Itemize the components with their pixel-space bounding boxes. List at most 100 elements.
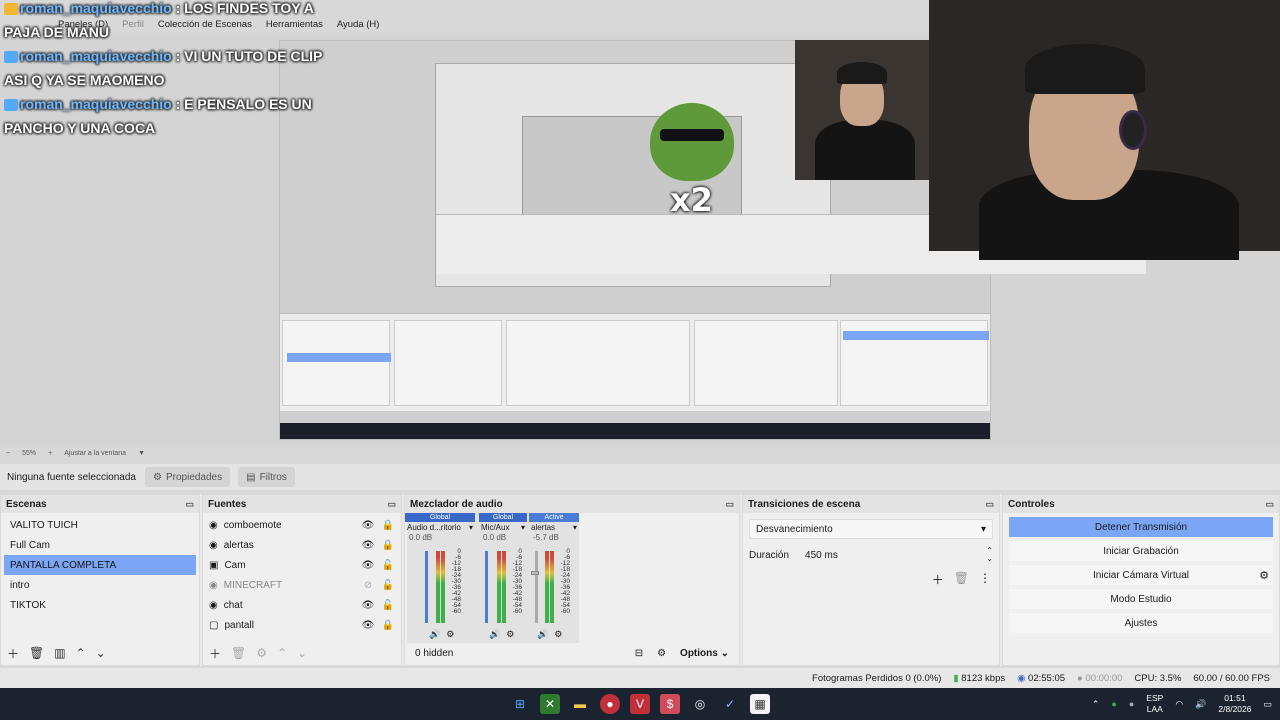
more-options-icon[interactable]: ⋮ xyxy=(979,571,991,588)
signal-icon: ▮ xyxy=(953,672,959,684)
eye-icon[interactable]: 👁 xyxy=(361,520,375,531)
notification-icon[interactable]: ▭ xyxy=(1263,699,1272,710)
gear-icon[interactable]: ⚙ xyxy=(1259,569,1269,582)
properties-button[interactable]: ⚙ Propiedades xyxy=(145,467,231,487)
source-item[interactable]: ◉ alertas 👁 🔒 xyxy=(203,535,401,555)
scene-item[interactable]: PANTALLA COMPLETA xyxy=(4,555,196,575)
chevron-down-icon[interactable]: ▾ xyxy=(573,523,577,532)
filter-icon[interactable]: ▥ xyxy=(54,646,65,660)
minecraft-icon[interactable]: ✕ xyxy=(540,694,560,714)
chrome-icon[interactable]: ◎ xyxy=(690,694,710,714)
network-icon[interactable]: ● xyxy=(1129,699,1134,709)
dock-float-icon[interactable]: ▭ xyxy=(1265,499,1274,510)
volume-fader[interactable] xyxy=(535,551,538,623)
scene-item[interactable]: Full Cam xyxy=(4,535,196,555)
stop-stream-button[interactable]: Detener Transmisión xyxy=(1009,517,1273,537)
lock-icon[interactable]: 🔒 xyxy=(381,520,395,531)
dock-float-icon[interactable]: ▭ xyxy=(185,499,194,510)
controls-title: Controles ▭ xyxy=(1003,495,1279,513)
chevron-down-icon[interactable]: ▾ xyxy=(469,523,473,532)
virtual-camera-button[interactable]: Iniciar Cámara Virtual ⚙ xyxy=(1009,565,1273,585)
eye-icon[interactable]: 👁 xyxy=(361,540,375,551)
status-dot-icon[interactable]: ● xyxy=(1111,699,1116,709)
eye-icon[interactable]: 👁 xyxy=(361,600,375,611)
windows-start-icon[interactable]: ⊞ xyxy=(510,694,530,714)
fit-window-label[interactable]: Ajustar a la ventana xyxy=(64,450,126,457)
mirror-mixer xyxy=(506,320,690,406)
language-indicator[interactable]: ESP LAA xyxy=(1146,693,1163,715)
add-icon[interactable]: ＋ xyxy=(932,571,944,588)
scene-item[interactable]: intro xyxy=(4,575,196,595)
source-item[interactable]: ◉ chat 👁 🔓 xyxy=(203,595,401,615)
move-up-icon[interactable]: ⌃ xyxy=(76,646,86,660)
eye-icon[interactable]: 👁 xyxy=(361,560,375,571)
volume-fader[interactable] xyxy=(485,551,488,623)
zoom-in-button[interactable]: + xyxy=(48,450,52,457)
volume-icon[interactable]: 🔊 xyxy=(1195,699,1206,710)
menu-ayuda[interactable]: Ayuda (H) xyxy=(337,19,380,30)
app-v-icon[interactable]: V xyxy=(630,694,650,714)
strip-name[interactable]: Audio d...ritorio ▾ xyxy=(405,522,475,533)
source-item[interactable]: ▢ pantall 👁 🔒 xyxy=(203,615,401,635)
obs-icon[interactable]: ● xyxy=(600,694,620,714)
unlock-icon[interactable]: 🔓 xyxy=(381,560,395,571)
dock-float-icon[interactable]: ▭ xyxy=(725,499,734,510)
eye-hidden-icon[interactable]: ⊘ xyxy=(361,580,375,591)
add-icon[interactable]: ＋ xyxy=(7,645,19,662)
volume-fader[interactable] xyxy=(425,551,428,623)
trash-icon[interactable]: 🗑 xyxy=(29,646,44,660)
lock-icon[interactable]: 🔒 xyxy=(381,620,395,631)
move-down-icon[interactable]: ⌄ xyxy=(297,646,307,660)
speaker-icon[interactable]: 🔊 xyxy=(489,629,500,640)
gear-icon[interactable]: ⚙ xyxy=(506,629,514,640)
calendar-icon[interactable]: ▦ xyxy=(750,694,770,714)
scenes-title-text: Escenas xyxy=(6,498,47,510)
mixer-strip: Global Mic/Aux ▾ 0.0 dB 0 -6 -12 -18 -24 -30 -3… xyxy=(479,513,527,643)
options-button[interactable]: Options ⌄ xyxy=(680,648,729,659)
unlock-icon[interactable]: 🔓 xyxy=(381,600,395,611)
rec-time: ● 00:00:00 xyxy=(1077,673,1122,684)
move-down-icon[interactable]: ⌄ xyxy=(96,646,106,660)
filters-button[interactable]: ▤ Filtros xyxy=(238,467,295,487)
speaker-icon[interactable]: 🔊 xyxy=(537,629,548,640)
docks: Escenas ▭ VALITO TUICH Full Cam PANTALLA … xyxy=(0,494,1280,666)
settings-button[interactable]: Ajustes xyxy=(1009,613,1273,633)
transition-select[interactable]: Desvanecimiento ▾ xyxy=(749,519,993,539)
trash-icon[interactable]: 🗑 xyxy=(954,571,969,588)
zoom-out-button[interactable]: − xyxy=(6,450,10,457)
fader-knob[interactable] xyxy=(531,571,539,575)
chevron-down-icon[interactable]: ▼ xyxy=(138,450,145,457)
add-icon[interactable]: ＋ xyxy=(209,645,221,662)
speaker-icon[interactable]: 🔊 xyxy=(429,629,440,640)
duration-stepper[interactable]: ⌃ ⌄ xyxy=(986,547,993,563)
scene-item[interactable]: VALITO TUICH xyxy=(4,515,196,535)
move-up-icon[interactable]: ⌃ xyxy=(277,646,287,660)
gear-icon[interactable]: ⚙ xyxy=(256,646,267,660)
source-item[interactable]: ▣ Cam 👁 🔓 xyxy=(203,555,401,575)
steam-icon[interactable]: ✓ xyxy=(720,694,740,714)
clock[interactable]: 01:51 2/8/2026 xyxy=(1218,693,1251,715)
gear-icon[interactable]: ⚙ xyxy=(446,629,454,640)
source-item[interactable]: ◉ comboemote 👁 🔒 xyxy=(203,515,401,535)
chevron-up-icon[interactable]: ⌃ xyxy=(1092,699,1100,710)
wifi-icon[interactable]: ◠ xyxy=(1175,699,1183,710)
strip-name[interactable]: Mic/Aux ▾ xyxy=(479,522,527,533)
lock-icon[interactable]: 🔒 xyxy=(381,540,395,551)
dock-float-icon[interactable]: ▭ xyxy=(985,499,994,510)
scene-item[interactable]: TIKTOK xyxy=(4,595,196,615)
chevron-down-icon[interactable]: ▾ xyxy=(521,523,525,532)
mixer-settings-icon[interactable]: ⚙ xyxy=(657,648,666,659)
gear-icon[interactable]: ⚙ xyxy=(554,629,562,640)
layout-icon[interactable]: ⊟ xyxy=(635,648,643,659)
eye-icon[interactable]: 👁 xyxy=(361,620,375,631)
unlock-icon[interactable]: 🔓 xyxy=(381,580,395,591)
strip-name[interactable]: alertas ▾ xyxy=(529,522,579,533)
source-item[interactable]: ◉ MINECRAFT ⊘ 🔓 xyxy=(203,575,401,595)
app-s-icon[interactable]: $ xyxy=(660,694,680,714)
folder-icon[interactable]: ▬ xyxy=(570,694,590,714)
trash-icon[interactable]: 🗑 xyxy=(231,646,246,660)
studio-mode-button[interactable]: Modo Estudio xyxy=(1009,589,1273,609)
start-recording-button[interactable]: Iniciar Grabación xyxy=(1009,541,1273,561)
dock-float-icon[interactable]: ▭ xyxy=(387,499,396,510)
duration-input[interactable]: 450 ms xyxy=(805,550,970,561)
